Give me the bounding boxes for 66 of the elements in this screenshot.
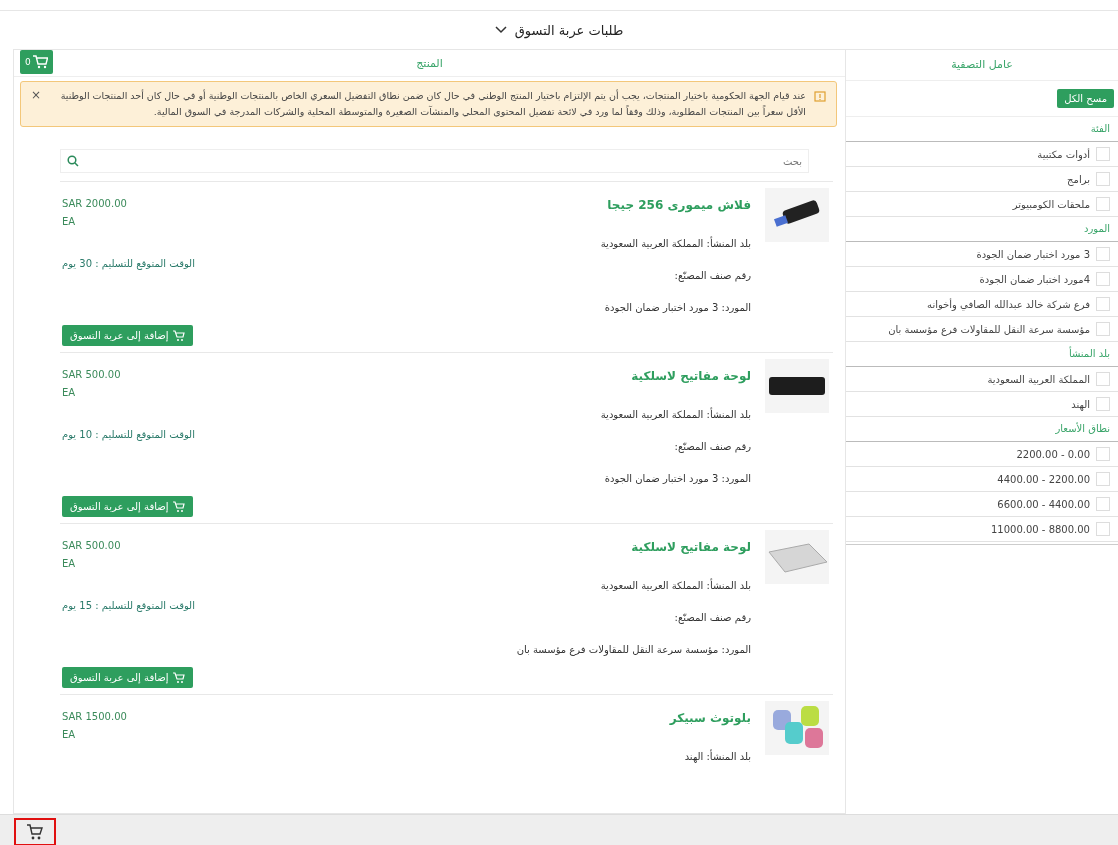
product-photo-placeholder [765, 188, 829, 242]
delivery-time: الوقت المتوقع للتسليم : 10 يوم [62, 429, 195, 440]
filter-heading: عامل التصفية [846, 50, 1118, 81]
filter-checkbox[interactable] [1096, 172, 1110, 186]
filter-option-label[interactable]: 4400.00 - 2200.00 [997, 473, 1090, 485]
filter-checkbox[interactable] [1096, 447, 1110, 461]
product-heading: المنتج [416, 56, 443, 70]
filter-section-title: الفئة [846, 117, 1118, 142]
product-supplier: المورد: 3 مورد اختبار ضمان الجودة [603, 473, 751, 484]
product-price: SAR 500.00 [62, 369, 121, 380]
filter-option-label[interactable]: الهند [1071, 398, 1090, 410]
cart-icon[interactable] [26, 823, 44, 841]
product-origin: بلد المنشأ: المملكة العربية السعودية [599, 238, 751, 249]
filter-option-label[interactable]: مؤسسة سرعة النقل للمقاولات فرع مؤسسة بان [888, 323, 1090, 335]
page-title: طلبات عربة التسوق [514, 22, 624, 38]
filter-option-label[interactable]: ملحقات الكومبيوتر [1012, 198, 1090, 210]
product-photo-placeholder [765, 530, 829, 584]
filter-option-label[interactable]: برامج [1067, 173, 1090, 185]
filter-checkbox[interactable] [1096, 472, 1110, 486]
part-number-label: رقم صنف المصنّع: [673, 441, 751, 452]
filter-option-label[interactable]: 4مورد اختبار ضمان الجودة [979, 273, 1090, 285]
product-unit: EA [62, 387, 76, 398]
filter-section-title: نطاق الأسعار [846, 417, 1118, 442]
filter-checkbox[interactable] [1096, 272, 1110, 286]
filter-checkbox[interactable] [1096, 497, 1110, 511]
filter-option-label[interactable]: 11000.00 - 8800.00 [990, 523, 1090, 535]
filter-section-title: بلد المنشأ [846, 342, 1118, 367]
delivery-time: الوقت المتوقع للتسليم : 30 يوم [62, 258, 195, 269]
filter-section-title: المورد [846, 217, 1118, 242]
filter-checkbox[interactable] [1096, 297, 1110, 311]
product-origin: بلد المنشأ: الهند [683, 751, 751, 762]
filter-checkbox[interactable] [1096, 322, 1110, 336]
search-icon[interactable] [67, 155, 79, 167]
filter-option-label[interactable]: المملكة العربية السعودية [987, 373, 1090, 385]
chevron-down-icon[interactable] [494, 26, 507, 34]
delivery-time: الوقت المتوقع للتسليم : 15 يوم [62, 600, 195, 611]
product-supplier: المورد: 3 مورد اختبار ضمان الجودة [603, 302, 751, 313]
filter-checkbox[interactable] [1096, 147, 1110, 161]
filter-checkbox[interactable] [1096, 197, 1110, 211]
filter-option-label[interactable]: 6600.00 - 4400.00 [997, 498, 1090, 510]
product-origin: بلد المنشأ: المملكة العربية السعودية [599, 409, 751, 420]
product-price: SAR 1500.00 [62, 711, 127, 722]
part-number-label: رقم صنف المصنّع: [673, 612, 751, 623]
part-number-label: رقم صنف المصنّع: [673, 270, 751, 281]
product-unit: EA [62, 729, 76, 740]
product-price: SAR 500.00 [62, 540, 121, 551]
filter-checkbox[interactable] [1096, 397, 1110, 411]
cart-button[interactable] [14, 818, 56, 845]
notice-text: عند قيام الجهة الحكومية باختيار المنتجات، يجب أن يتم الإلتزام باختيار المنتج الوطني في حال كان ضمن نطاق التفضيل السعري الخاص بالمنتجات الوطنية أو في حال كان أحد المنتجات الوطنية الأقل سعراً بين المنتجات المطلوبة، وذلك وفقاً لما ورد في لائحة تفضيل المحتوى المحلي والمنشآت الصغيرة والمتوسطة المحلية والشركات المدرجة في السوق المالية. [59, 88, 806, 119]
warning-icon [814, 90, 826, 102]
product-origin: بلد المنشأ: المملكة العربية السعودية [599, 580, 751, 591]
filter-option-label[interactable]: 3 مورد اختبار ضمان الجودة [976, 248, 1090, 260]
close-button[interactable]: × [31, 88, 42, 102]
product-photo-placeholder [765, 359, 829, 413]
product-supplier: المورد: مؤسسة سرعة النقل للمقاولات فرع مؤسسة بان [515, 644, 751, 655]
product-photo-placeholder [765, 701, 829, 755]
search-field[interactable]: بحث [60, 149, 809, 173]
product-unit: EA [62, 216, 76, 227]
product-unit: EA [62, 558, 76, 569]
filter-option-label[interactable]: فرع شركة خالد عبدالله الصافي وأخوانه [927, 298, 1090, 310]
filter-checkbox[interactable] [1096, 372, 1110, 386]
filter-checkbox[interactable] [1096, 522, 1110, 536]
filter-checkbox[interactable] [1096, 247, 1110, 261]
filter-option-label[interactable]: أدوات مكتبية [1037, 148, 1090, 160]
product-price: SAR 2000.00 [62, 198, 127, 209]
filter-option-label[interactable]: 2200.00 - 0.00 [1016, 448, 1090, 460]
